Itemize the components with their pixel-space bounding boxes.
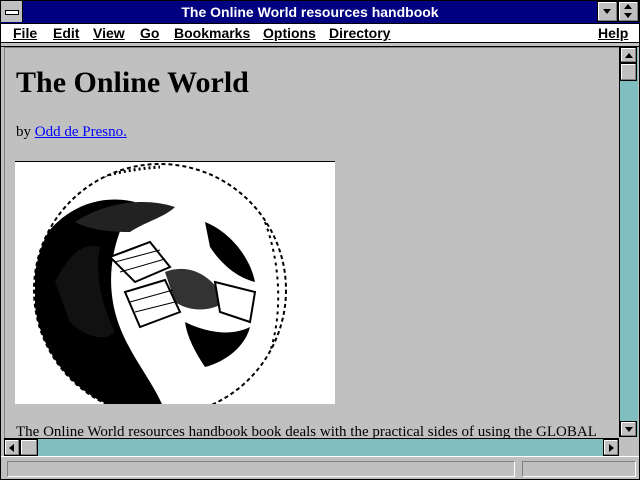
menu-view-label: View — [93, 25, 125, 41]
menu-options-label: Options — [263, 25, 316, 41]
menu-bookmarks-label: Bookmarks — [174, 25, 251, 41]
menu-bookmarks[interactable]: Bookmarks — [174, 24, 250, 42]
menu-bar: File Edit View Go Bookmarks Options Dire… — [1, 24, 639, 43]
menu-options[interactable]: Options — [263, 24, 316, 42]
system-menu-icon — [5, 10, 19, 15]
status-bar — [1, 456, 639, 479]
author-link[interactable]: Odd de Presno. — [35, 124, 127, 140]
scroll-down-button[interactable] — [620, 421, 637, 437]
byline: by Odd de Presno. — [16, 124, 127, 141]
scrollbar-corner — [619, 438, 638, 456]
progress-indicator — [522, 461, 636, 477]
system-menu-button[interactable] — [1, 1, 23, 22]
menu-directory[interactable]: Directory — [329, 24, 390, 42]
vertical-scroll-thumb[interactable] — [620, 63, 637, 81]
menu-view[interactable]: View — [93, 24, 125, 42]
arrow-up-icon — [625, 53, 633, 58]
title-bar[interactable]: The Online World resources handbook — [1, 1, 639, 24]
document-view[interactable]: The Online World by Odd de Presno. The O… — [4, 47, 619, 438]
scroll-right-button[interactable] — [603, 439, 619, 456]
scroll-left-button[interactable] — [4, 439, 20, 456]
menu-directory-label: Directory — [329, 25, 391, 41]
horizontal-scrollbar[interactable] — [4, 438, 619, 456]
scroll-up-button[interactable] — [620, 47, 637, 63]
body-paragraph: The Online World resources handbook book… — [16, 424, 597, 438]
maximize-button[interactable] — [618, 1, 639, 22]
browser-window: The Online World resources handbook File… — [0, 0, 640, 480]
menu-help[interactable]: Help — [598, 24, 628, 42]
vertical-scrollbar[interactable] — [619, 47, 638, 437]
menu-file[interactable]: File — [13, 24, 37, 42]
menu-edit[interactable]: Edit — [53, 24, 79, 42]
globe-illustration — [15, 162, 335, 417]
window-title: The Online World resources handbook — [181, 4, 439, 20]
horizontal-scroll-thumb[interactable] — [20, 439, 38, 456]
menu-file-label: File — [13, 25, 38, 41]
maximize-down-icon — [624, 13, 632, 18]
arrow-down-icon — [625, 427, 633, 432]
status-message — [7, 461, 515, 477]
menu-go[interactable]: Go — [140, 24, 159, 42]
menu-edit-label: Edit — [53, 25, 80, 41]
arrow-left-icon — [9, 444, 14, 452]
minimize-icon — [603, 9, 611, 14]
globe-image — [15, 161, 335, 417]
menu-help-label: Help — [598, 25, 629, 41]
menu-go-label: Go — [140, 25, 160, 41]
maximize-up-icon — [624, 4, 632, 9]
page-heading: The Online World — [16, 66, 249, 99]
minimize-button[interactable] — [597, 1, 618, 22]
arrow-right-icon — [609, 444, 614, 452]
byline-prefix: by — [16, 124, 35, 140]
